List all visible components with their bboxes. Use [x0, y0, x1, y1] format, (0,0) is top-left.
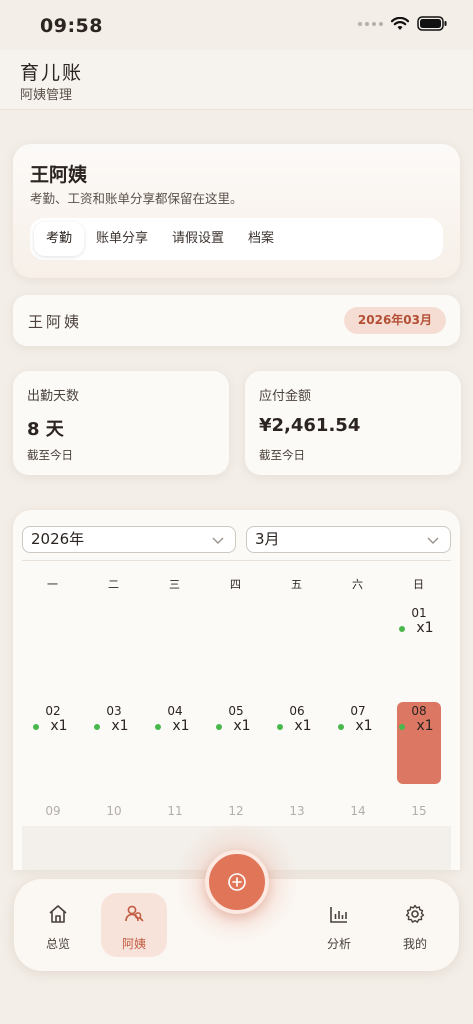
attendance-calendar: 2026年 3月 一 二 三 四 五 六 日 01 x1 02 x1 03 x1…	[13, 510, 460, 870]
nav-mine[interactable]: 我的	[382, 893, 448, 957]
tab-bill-share[interactable]: 账单分享	[84, 222, 160, 256]
attendance-count: x1	[111, 718, 129, 734]
profile-name: 王阿姨	[30, 164, 88, 186]
nav-analytics[interactable]: 分析	[306, 893, 372, 957]
weekday-tue: 二	[108, 578, 119, 591]
attendance-count: x1	[50, 718, 68, 734]
attendance-count: x1	[294, 718, 312, 734]
month-badge[interactable]: 2026年03月	[343, 307, 446, 334]
chevron-down-icon	[427, 537, 439, 544]
calendar-day-selected[interactable]: 08 x1	[397, 702, 441, 784]
day-number: 07	[350, 704, 366, 718]
day-number: 12	[228, 804, 244, 818]
nav-label: 总览	[45, 937, 70, 951]
tab-leave-settings[interactable]: 请假设置	[160, 222, 236, 256]
signal-icon	[358, 21, 383, 26]
add-record-button[interactable]	[205, 850, 269, 914]
status-time: 09:58	[40, 15, 103, 37]
attendance-value: 8 天	[27, 419, 64, 440]
nav-label: 阿姨	[121, 937, 146, 951]
user-group-icon	[125, 905, 144, 922]
calendar-day[interactable]: 04 x1	[153, 702, 197, 784]
calendar-day[interactable]: 05 x1	[214, 702, 258, 784]
day-number: 08	[411, 704, 427, 718]
weekday-sun: 日	[413, 578, 424, 591]
nav-label: 我的	[402, 937, 427, 951]
year-select[interactable]: 2026年	[22, 526, 236, 553]
day-number: 09	[45, 804, 61, 818]
tab-profile[interactable]: 档案	[236, 222, 286, 256]
caregiver-name: 王阿姨	[28, 313, 83, 331]
year-select-value: 2026年	[31, 530, 85, 548]
attendance-count: x1	[172, 718, 190, 734]
payable-stat-card: 应付金额 ¥2,461.54 截至今日	[245, 371, 461, 475]
payable-note: 截至今日	[259, 448, 305, 462]
calendar-divider	[22, 560, 451, 561]
attendance-count: x1	[355, 718, 373, 734]
payable-label: 应付金额	[259, 389, 312, 404]
caregiver-profile-card: 王阿姨 考勤、工资和账单分享都保留在这里。 考勤 账单分享 请假设置 档案	[13, 144, 460, 278]
weekday-mon: 一	[47, 578, 58, 591]
gear-icon	[405, 904, 425, 923]
day-number: 06	[289, 704, 305, 718]
nav-caregivers[interactable]: 阿姨	[101, 893, 167, 957]
profile-description: 考勤、工资和账单分享都保留在这里。	[30, 191, 243, 206]
status-icons	[358, 16, 447, 31]
payable-value: ¥2,461.54	[259, 415, 361, 436]
calendar-day[interactable]: 07 x1	[336, 702, 380, 784]
plus-circle-icon	[228, 873, 246, 891]
day-number: 04	[167, 704, 183, 718]
chevron-down-icon	[212, 537, 224, 544]
day-number: 11	[167, 804, 183, 818]
page-subtitle: 阿姨管理	[20, 88, 73, 103]
attendance-count: x1	[416, 620, 434, 636]
month-select[interactable]: 3月	[246, 526, 451, 553]
calendar-day[interactable]: 06 x1	[275, 702, 319, 784]
app-title: 育儿账	[20, 62, 84, 84]
attendance-stat-card: 出勤天数 8 天 截至今日	[13, 371, 229, 475]
day-number: 14	[350, 804, 366, 818]
day-number: 02	[45, 704, 61, 718]
calendar-day[interactable]: 02 x1	[31, 702, 75, 784]
attendance-count: x1	[233, 718, 251, 734]
calendar-day[interactable]: 01 x1	[397, 604, 441, 686]
weekday-fri: 五	[291, 578, 302, 591]
status-bar: 09:58	[0, 0, 473, 50]
day-number: 10	[106, 804, 122, 818]
day-number: 05	[228, 704, 244, 718]
wifi-icon	[391, 16, 409, 30]
profile-tabs: 考勤 账单分享 请假设置 档案	[30, 218, 443, 260]
day-number: 15	[411, 804, 427, 818]
nav-label: 分析	[326, 937, 351, 951]
battery-icon	[417, 16, 447, 31]
weekday-sat: 六	[352, 578, 363, 591]
weekday-wed: 三	[169, 578, 180, 591]
day-number: 03	[106, 704, 122, 718]
calendar-day[interactable]: 03 x1	[92, 702, 136, 784]
attendance-label: 出勤天数	[27, 389, 80, 404]
bar-chart-icon	[330, 907, 347, 923]
home-icon	[49, 905, 67, 923]
tab-attendance[interactable]: 考勤	[34, 222, 85, 256]
nav-overview[interactable]: 总览	[25, 893, 91, 957]
weekday-thu: 四	[230, 578, 241, 591]
day-number: 13	[289, 804, 305, 818]
day-number: 01	[411, 606, 427, 620]
attendance-note: 截至今日	[27, 448, 73, 462]
attendance-count: x1	[416, 718, 434, 734]
app-header: 育儿账 阿姨管理	[0, 50, 473, 110]
caregiver-selector[interactable]: 王阿姨 2026年03月	[13, 295, 460, 346]
month-select-value: 3月	[255, 530, 280, 548]
